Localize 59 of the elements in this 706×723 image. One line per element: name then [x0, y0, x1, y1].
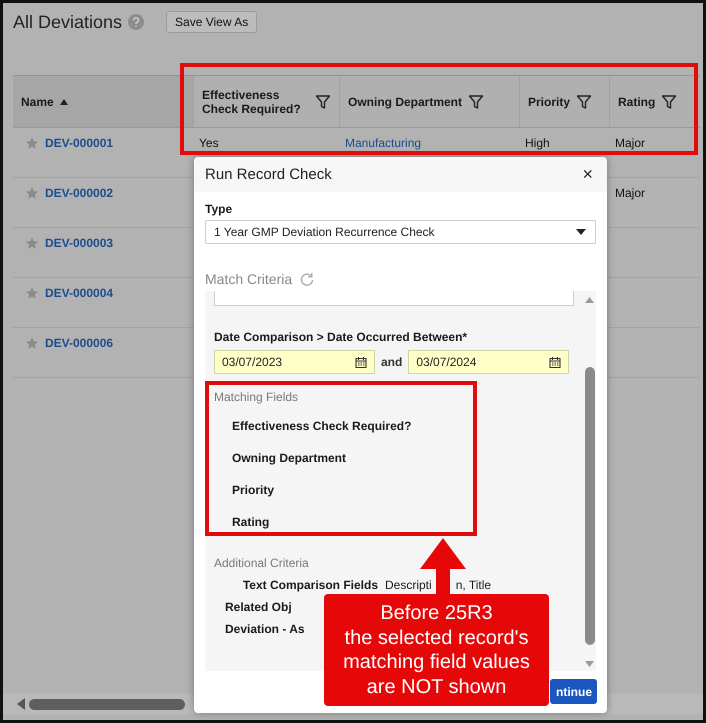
- scrollbar-thumb[interactable]: [584, 366, 594, 645]
- scroll-down-icon[interactable]: [585, 660, 594, 667]
- column-header[interactable]: Priority: [519, 76, 609, 128]
- filter-icon[interactable]: [315, 94, 331, 110]
- column-header[interactable]: Rating: [609, 76, 700, 128]
- record-link[interactable]: DEV-000002: [45, 186, 114, 200]
- star-icon[interactable]: [25, 236, 39, 250]
- table-cell: High: [525, 136, 550, 150]
- range-separator: and: [381, 354, 402, 369]
- record-link[interactable]: DEV-000006: [45, 336, 114, 350]
- filter-icon[interactable]: [661, 94, 678, 110]
- scroll-up-icon[interactable]: [585, 296, 594, 303]
- matching-field: Effectiveness Check Required?: [232, 418, 412, 433]
- dialog-title: Run Record Check: [205, 166, 332, 183]
- matching-field: Owning Department: [232, 450, 346, 465]
- column-header[interactable]: Effectiveness Check Required?: [193, 76, 339, 128]
- refresh-icon[interactable]: [300, 272, 314, 286]
- criteria-value: Descripti: [385, 578, 432, 592]
- column-header[interactable]: Owning Department: [339, 76, 519, 128]
- sort-caret-icon[interactable]: [60, 98, 68, 104]
- section-label: Matching Fields: [214, 390, 300, 404]
- department-link[interactable]: Manufacturing: [345, 136, 422, 150]
- calendar-icon[interactable]: [549, 356, 562, 368]
- continue-button[interactable]: ntinue: [550, 679, 597, 704]
- type-label: Type: [205, 202, 234, 216]
- matching-field: Rating: [232, 514, 270, 529]
- input-field[interactable]: [214, 290, 574, 306]
- matching-field: Priority: [232, 482, 274, 497]
- filter-icon[interactable]: [468, 94, 484, 110]
- section-label: Additional Criteria: [214, 556, 310, 570]
- section-heading: Match Criteria: [205, 270, 292, 287]
- help-icon[interactable]: [128, 14, 144, 30]
- page-title: All Deviations: [13, 12, 122, 32]
- record-link[interactable]: DEV-000004: [45, 286, 114, 300]
- record-link[interactable]: DEV-000003: [45, 236, 114, 250]
- table-cell: Major: [615, 186, 646, 200]
- star-icon[interactable]: [25, 336, 39, 350]
- criteria-value: n, Title: [456, 578, 492, 592]
- star-icon[interactable]: [25, 286, 39, 300]
- criteria-label: Related Obj: [225, 600, 292, 614]
- date-field[interactable]: 03/07/2024: [408, 350, 570, 374]
- criteria-label: Deviation - As: [225, 622, 305, 636]
- record-link[interactable]: DEV-000001: [45, 136, 114, 150]
- date-field[interactable]: 03/07/2023: [214, 350, 375, 374]
- star-icon[interactable]: [25, 186, 39, 200]
- callout-note: Before 25R3 the selected record's matching field values are NOT shown: [324, 594, 549, 706]
- star-icon[interactable]: [25, 136, 39, 150]
- criteria-label: Text Comparison Fields: [242, 578, 378, 592]
- column-header[interactable]: Name: [13, 76, 193, 128]
- filter-icon[interactable]: [576, 94, 592, 110]
- scrollbar-thumb[interactable]: [29, 698, 185, 710]
- table-cell: Yes: [199, 136, 219, 150]
- field-label: Date Comparison > Date Occurred Between*: [214, 330, 468, 344]
- calendar-icon[interactable]: [355, 356, 367, 368]
- close-button[interactable]: ×: [582, 164, 593, 185]
- save-view-button[interactable]: Save View As: [166, 11, 258, 33]
- table-cell: Major: [615, 136, 646, 150]
- caret-icon: [576, 228, 586, 235]
- type-dropdown[interactable]: 1 Year GMP Deviation Recurrence Check: [205, 220, 596, 244]
